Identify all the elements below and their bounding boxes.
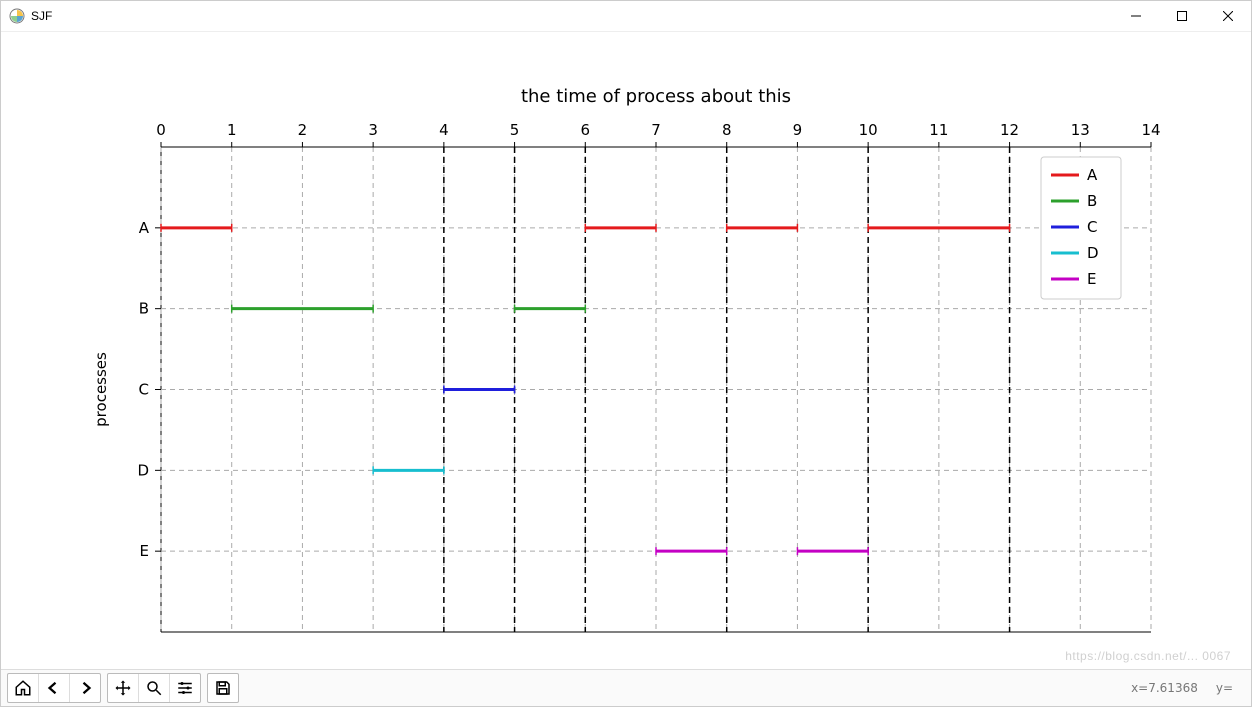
status-x: x=7.61368 [1131,681,1198,695]
config-button[interactable] [170,674,200,702]
x-tick-label: 12 [1000,121,1019,139]
legend-label: D [1087,244,1099,262]
arrow-left-icon [45,679,63,697]
x-tick-label: 2 [298,121,308,139]
app-icon [9,8,25,24]
x-tick-label: 14 [1141,121,1160,139]
status-y: y= [1216,681,1233,695]
forward-button[interactable] [70,674,100,702]
maximize-button[interactable] [1159,1,1205,31]
legend-label: B [1087,192,1097,210]
chart-title: the time of process about this [521,86,791,107]
save-button[interactable] [208,674,238,702]
y-axis-label: processes [92,352,110,427]
legend-label: C [1087,218,1097,236]
arrow-right-icon [76,679,94,697]
x-tick-label: 9 [793,121,803,139]
home-button[interactable] [8,674,39,702]
plot-canvas[interactable]: the time of process about this0123456789… [1,32,1251,669]
x-tick-label: 5 [510,121,520,139]
x-tick-label: 0 [156,121,166,139]
x-tick-label: 1 [227,121,237,139]
sliders-icon [176,679,194,697]
legend-label: A [1087,166,1098,184]
maximize-icon [1177,11,1187,21]
x-tick-label: 4 [439,121,449,139]
window-title: SJF [31,9,52,23]
back-button[interactable] [39,674,70,702]
y-tick-label: B [139,300,149,318]
x-tick-label: 13 [1071,121,1090,139]
y-tick-label: D [137,461,149,479]
status-bar: x=7.61368 y= [1131,681,1245,695]
app-window: SJF the time of process about this012345… [0,0,1252,707]
minimize-button[interactable] [1113,1,1159,31]
y-tick-label: A [139,219,150,237]
x-tick-label: 10 [859,121,878,139]
legend-label: E [1087,270,1096,288]
y-tick-label: C [139,381,149,399]
home-icon [14,679,32,697]
zoom-icon [145,679,163,697]
zoom-button[interactable] [139,674,170,702]
x-tick-label: 11 [929,121,948,139]
move-icon [114,679,132,697]
y-tick-label: E [140,542,149,560]
x-tick-label: 7 [651,121,661,139]
pan-button[interactable] [108,674,139,702]
chart-svg: the time of process about this0123456789… [1,32,1251,671]
x-tick-label: 8 [722,121,732,139]
x-tick-label: 3 [368,121,378,139]
close-icon [1223,11,1233,21]
nav-toolbar: x=7.61368 y= [1,669,1251,706]
save-icon [214,679,232,697]
titlebar: SJF [1,1,1251,32]
close-button[interactable] [1205,1,1251,31]
x-tick-label: 6 [581,121,591,139]
minimize-icon [1131,11,1141,21]
